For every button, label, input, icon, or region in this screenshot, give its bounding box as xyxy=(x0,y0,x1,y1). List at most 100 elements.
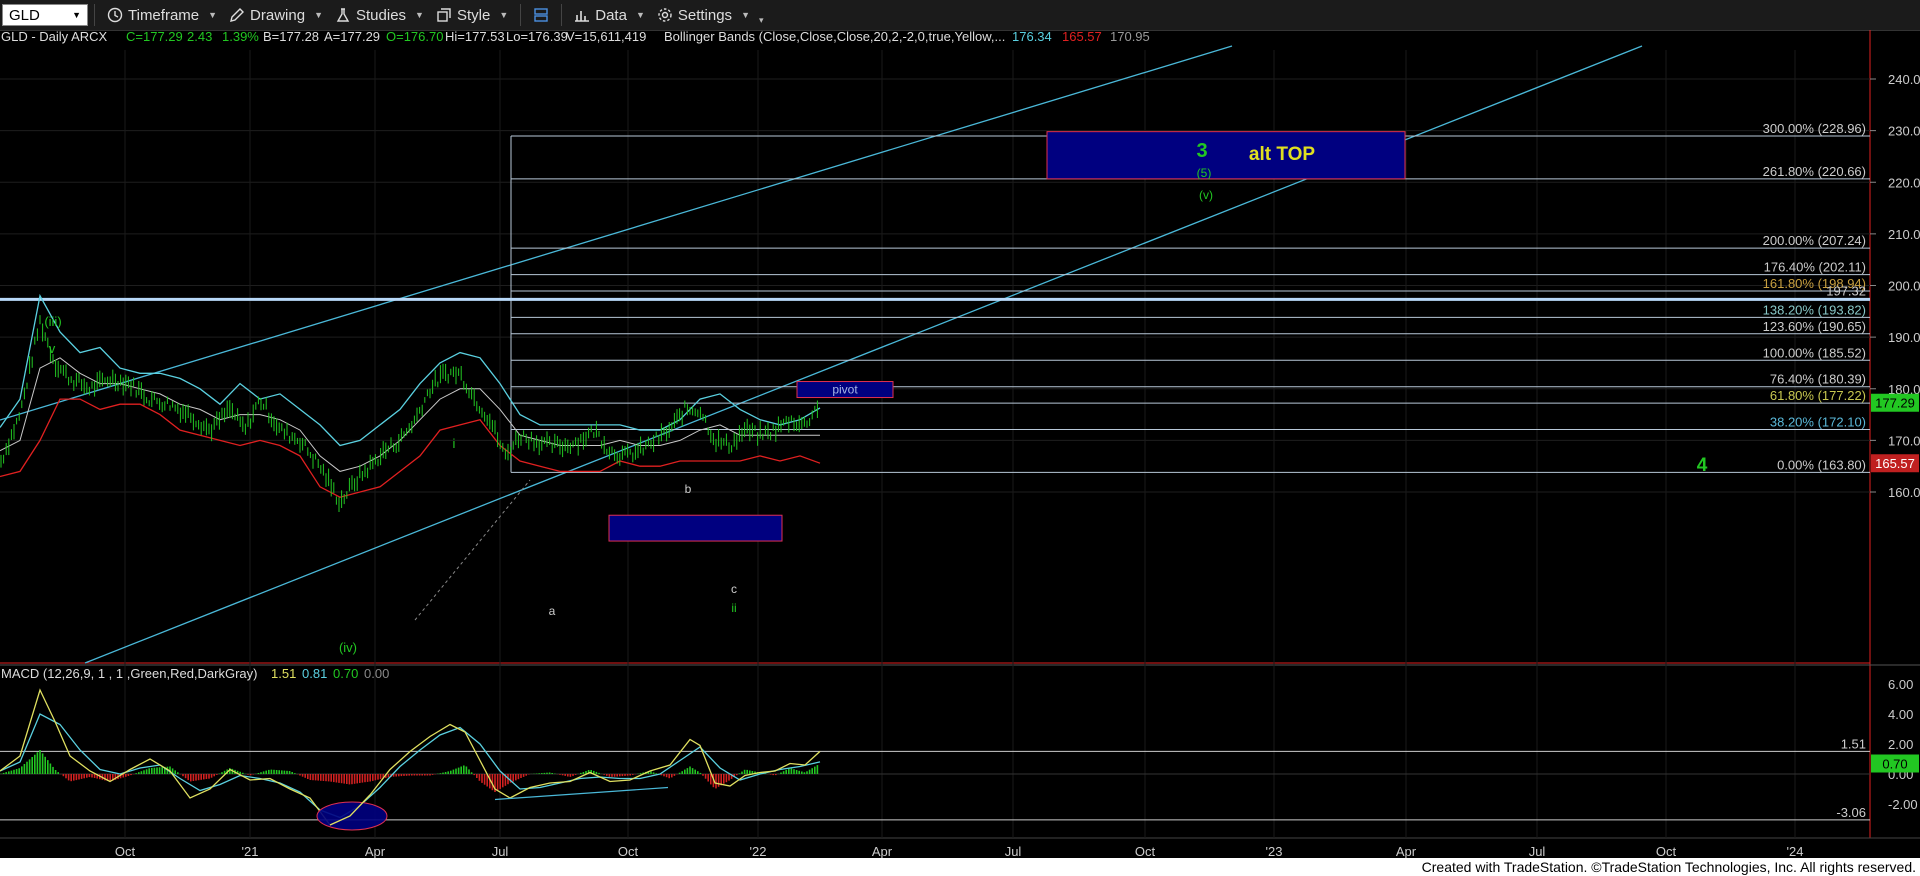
symbol-text: GLD xyxy=(9,6,40,24)
fib-level-label: 100.00% (185.52) xyxy=(1763,345,1866,360)
price-tick-label: 160.00 xyxy=(1888,485,1920,500)
caret-icon: ▼ xyxy=(415,10,424,20)
price-tick-label: 230.00 xyxy=(1888,124,1920,139)
header-open: O=176.70 xyxy=(386,30,443,44)
separator xyxy=(520,4,522,26)
flask-icon xyxy=(336,8,350,22)
bollinger-bands xyxy=(0,293,821,498)
header-bb-upper: 176.34 xyxy=(1012,30,1052,44)
macd-tick-label: 6.00 xyxy=(1888,677,1913,692)
x-tick-label: Jul xyxy=(1005,844,1022,858)
footer: Created with TradeStation. ©TradeStation… xyxy=(0,858,1920,876)
wave-label: ii xyxy=(731,601,736,615)
fib-level-label: 261.80% (220.66) xyxy=(1763,164,1866,179)
price-tick-label: 170.00 xyxy=(1888,433,1920,448)
fib-level-label: 61.80% (177.22) xyxy=(1770,388,1866,403)
separator xyxy=(561,4,563,26)
caret-icon: ▼ xyxy=(635,10,645,20)
wave-label: (iv) xyxy=(339,640,357,655)
style-button[interactable]: Style ▼ xyxy=(430,3,514,27)
toolbar: GLD ▼ Timeframe ▼ Drawing ▼ Studies ▼ St… xyxy=(0,0,1920,31)
price-bars xyxy=(0,315,818,512)
x-tick-label: '23 xyxy=(1266,844,1283,858)
x-tick-label: Jul xyxy=(492,844,509,858)
fib-level-label: 200.00% (207.24) xyxy=(1763,233,1866,248)
bar-chart-icon xyxy=(575,11,590,22)
caret-icon: ▼ xyxy=(208,10,218,20)
style-icon xyxy=(437,8,451,22)
header-high: Hi=177.53 xyxy=(445,30,505,44)
wave-label: 4 xyxy=(1697,455,1708,476)
macd-signal-value: 0.81 xyxy=(302,666,327,681)
macd-header: MACD (12,26,9, 1 , 1 ,Green,Red,DarkGray… xyxy=(1,666,389,681)
layout-icon xyxy=(534,8,548,22)
header-low: Lo=176.39 xyxy=(506,30,568,44)
drawing-button[interactable]: Drawing ▼ xyxy=(223,3,329,27)
channel-line-lower xyxy=(84,45,1643,664)
price-header: GLD - Daily ARCX C=177.29 2.43 1.39% B=1… xyxy=(1,30,1150,44)
header-change: 2.43 xyxy=(187,30,212,44)
header-close: C=177.29 xyxy=(126,30,183,44)
settings-button[interactable]: Settings ▼ ▾ xyxy=(651,3,770,27)
bb-lower-line xyxy=(0,398,821,498)
x-tick-label: Oct xyxy=(1656,844,1677,858)
fib-level-label: 0.00% (163.80) xyxy=(1777,457,1866,472)
pivot-label: pivot xyxy=(832,382,858,396)
time-axis: Oct '21 Apr Jul Oct '22 Apr Jul Oct '23 Apr Jul Oct '… xyxy=(115,844,1804,858)
fib-level-label: 123.60% (190.65) xyxy=(1763,319,1866,334)
studies-label: Studies xyxy=(356,6,407,24)
macd-signal-line xyxy=(0,713,821,819)
symbol-input[interactable]: GLD ▼ xyxy=(2,4,88,26)
header-change-pct: 1.39% xyxy=(222,30,259,44)
price-tick-label: 210.00 xyxy=(1888,227,1920,242)
x-tick-label: Oct xyxy=(115,844,136,858)
x-tick-label: Oct xyxy=(618,844,639,858)
wave-label: (v) xyxy=(1199,188,1213,202)
timeframe-button[interactable]: Timeframe ▼ xyxy=(101,3,223,27)
macd-tick-label: 2.00 xyxy=(1888,737,1913,752)
caret-icon: ▼ xyxy=(499,10,509,20)
data-button[interactable]: Data ▼ xyxy=(568,3,651,27)
x-tick-label: '21 xyxy=(242,844,259,858)
clock-icon xyxy=(107,7,123,23)
macd-hist-value: 0.70 xyxy=(333,666,358,681)
wave-label: 3 xyxy=(1196,140,1207,162)
x-tick-label: Apr xyxy=(365,844,386,858)
x-tick-label: '22 xyxy=(750,844,767,858)
studies-button[interactable]: Studies ▼ xyxy=(329,3,430,27)
separator xyxy=(94,4,95,26)
wave-label: alt TOP xyxy=(1249,144,1315,165)
x-tick-label: Apr xyxy=(872,844,893,858)
wave-label: c xyxy=(731,582,737,596)
layout-button[interactable] xyxy=(527,3,555,27)
chart-canvas[interactable]: GLD - Daily ARCX C=177.29 2.43 1.39% B=1… xyxy=(0,30,1920,858)
header-bid: B=177.28 xyxy=(263,30,319,44)
fib-level-label: 76.40% (180.39) xyxy=(1770,372,1866,387)
price-tick-label: 200.00 xyxy=(1888,279,1920,294)
wave-label: b xyxy=(685,482,692,496)
horizontal-line-label: 197.32 xyxy=(1826,283,1866,298)
dropdown-icon: ▼ xyxy=(72,10,81,20)
price-tick-label: 220.00 xyxy=(1888,175,1920,190)
drawing-label: Drawing xyxy=(250,6,306,24)
fib-level-label: 176.40% (202.11) xyxy=(1764,260,1866,275)
caret-icon: ▾ xyxy=(758,14,764,25)
bb-upper-line xyxy=(0,293,821,447)
macd-zero-value: 0.00 xyxy=(364,666,389,681)
price-axis: 160.00170.00180.00190.00200.00210.00220.… xyxy=(1870,72,1920,812)
x-tick-label: Oct xyxy=(1135,844,1156,858)
timeframe-label: Timeframe xyxy=(128,6,200,24)
macd-level-label: 1.51 xyxy=(1841,736,1866,751)
macd-value: 1.51 xyxy=(271,666,296,681)
price-tick-label: 190.00 xyxy=(1888,330,1920,345)
fib-level-label: 38.20% (172.10) xyxy=(1770,415,1866,430)
macd-tick-label: -2.00 xyxy=(1888,797,1918,812)
x-tick-label: '24 xyxy=(1787,844,1804,858)
header-volume: V=15,611,419 xyxy=(566,30,646,44)
bb-mid-line xyxy=(0,357,820,472)
target-boxes[interactable]: pivot xyxy=(608,131,1406,542)
grid xyxy=(0,50,1870,838)
macd-level-label: -3.06 xyxy=(1836,805,1866,820)
macd-pane: 1.51 -3.06 0.70 xyxy=(0,688,1919,831)
wave-label: v xyxy=(49,341,56,356)
